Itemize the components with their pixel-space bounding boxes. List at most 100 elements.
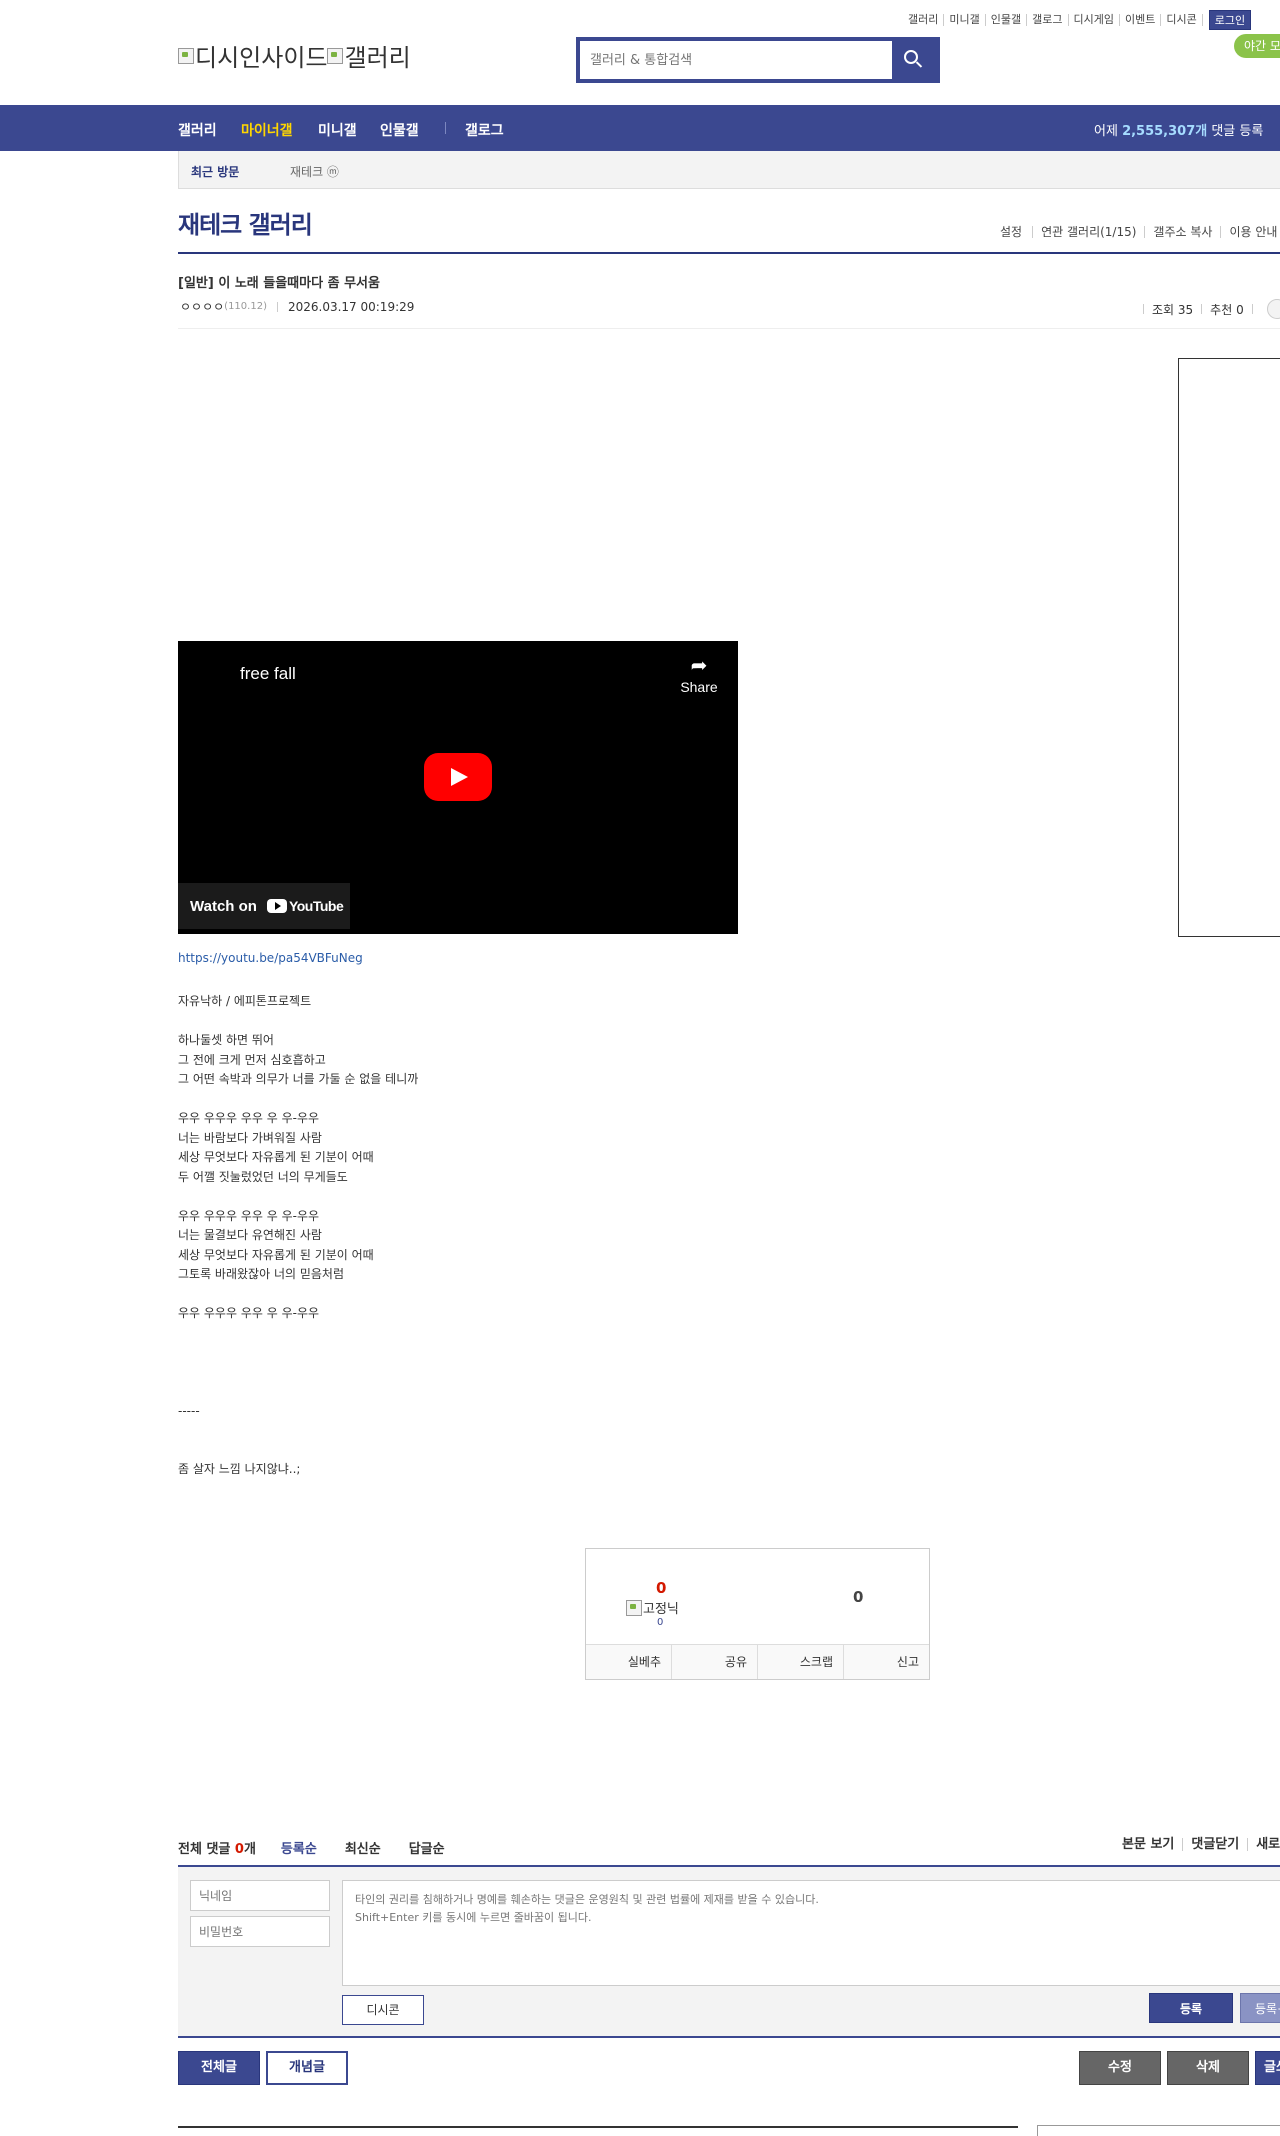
comment-submit-button[interactable]: 등록 — [1149, 1993, 1233, 2023]
login-button[interactable]: 로그인 — [1208, 10, 1252, 30]
post-author[interactable]: ㅇㅇㅇㅇ — [180, 298, 224, 315]
gallery-options: 설정 연관 갤러리(1/15) 갤주소 복사 이용 안내 — [1000, 226, 1280, 238]
list-top-divider — [178, 2126, 1018, 2128]
youtube-logo: YouTube — [266, 898, 344, 914]
util-nav: 갤러리 미니갤 인물갤 갤로그 디시게임 이벤트 디시콘 로그인 — [903, 10, 1252, 30]
post-divider — [178, 328, 1280, 329]
video-title[interactable]: free fall — [240, 664, 296, 684]
search-bar — [576, 37, 940, 83]
password-field[interactable] — [190, 1916, 330, 1947]
side-ad-frame[interactable] — [1178, 358, 1280, 937]
post-recommends: 추천 0 — [1210, 302, 1244, 317]
stat-divider — [1201, 304, 1203, 314]
concept-posts-button[interactable]: 개념글 — [266, 2051, 348, 2085]
close-comments-link[interactable]: 댓글닫기 — [1182, 1838, 1247, 1851]
youtube-icon — [266, 899, 287, 913]
copy-address-link[interactable]: 갤주소 복사 — [1144, 226, 1220, 238]
sort-replies[interactable]: 답글순 — [409, 1838, 445, 1857]
nav-divider — [445, 122, 446, 134]
video-play-button[interactable] — [424, 753, 492, 801]
real-best-button[interactable]: 실베추 — [586, 1645, 672, 1679]
youtube-link[interactable]: https://youtu.be/pa54VBFuNeg — [178, 951, 363, 965]
util-link-minigall[interactable]: 미니갤 — [944, 14, 986, 26]
post-date: 2026.03.17 00:19:29 — [287, 299, 415, 314]
recommend-box: 0 고정닉 0 0 실베추 공유 스크랩 신고 — [585, 1548, 930, 1680]
search-icon — [904, 50, 918, 64]
dccon-button[interactable]: 디시콘 — [342, 1995, 424, 2025]
edit-button[interactable]: 수정 — [1079, 2051, 1161, 2085]
usage-guide-link[interactable]: 이용 안내 — [1220, 226, 1280, 238]
post-author-ip: (110.12) — [224, 301, 267, 312]
unrecommend-count: 0 — [853, 1588, 864, 1606]
stat-divider — [1251, 304, 1253, 314]
delete-button[interactable]: 삭제 — [1167, 2051, 1249, 2085]
youtube-embed[interactable]: free fall ➦ Share Watch on YouTube — [178, 641, 738, 934]
video-share-button[interactable]: ➦ Share — [674, 655, 724, 695]
gallery-settings-link[interactable]: 설정 — [1000, 226, 1032, 238]
all-posts-button[interactable]: 전체글 — [178, 2051, 260, 2085]
recent-visit-item[interactable]: 재테크 ⓜ — [290, 163, 339, 180]
post-stats: 조회 35 추천 0 — [1135, 299, 1280, 319]
fixed-nick-count: 0 — [657, 1617, 664, 1628]
scrap-button[interactable]: 스크랩 — [758, 1645, 844, 1679]
post-body: 자유낙하 / 에피톤프로젝트 하나둘셋 하면 뛰어 그 전에 크게 먼저 심호흡… — [178, 994, 419, 1476]
night-mode-button[interactable]: 야간 모드 — [1234, 34, 1280, 58]
main-nav: 갤러리 마이너갤 미니갤 인물갤 갤로그 어제 2,555,307개 댓글 등록 — [0, 105, 1280, 151]
comment-total-count: 0 — [234, 1842, 244, 1857]
related-gallery-link[interactable]: 연관 갤러리(1/15) — [1032, 226, 1144, 238]
gallery-divider — [178, 252, 1280, 254]
recommend-count: 0 — [656, 1579, 667, 1597]
nav-gallog[interactable]: 갤로그 — [465, 120, 504, 140]
watch-on-youtube-button[interactable]: Watch on YouTube — [178, 883, 350, 929]
recent-visit-tab[interactable]: 최근 방문 — [191, 163, 239, 180]
sort-registered[interactable]: 등록순 — [281, 1838, 317, 1857]
search-button[interactable] — [892, 41, 936, 79]
write-button[interactable]: 글쓰기 — [1255, 2051, 1280, 2085]
share-icon: ➦ — [690, 655, 708, 677]
post-title: [일반] 이 노래 들을때마다 좀 무서움 — [178, 276, 380, 291]
recent-visit-bar: 최근 방문 재테크 ⓜ — [178, 151, 1280, 189]
side-box — [1037, 2125, 1280, 2136]
broken-image-icon — [626, 1599, 642, 1616]
util-link-dccon[interactable]: 디시콘 — [1161, 14, 1203, 26]
comment-stat-count: 2,555,307개 — [1122, 124, 1208, 139]
nickname-field[interactable] — [190, 1880, 330, 1911]
stat-divider — [1143, 304, 1144, 314]
comment-stat: 어제 2,555,307개 댓글 등록 — [1094, 124, 1264, 139]
util-link-gallery[interactable]: 갤러리 — [903, 14, 945, 26]
comment-submit-recommend-button[interactable]: 등록+추천 — [1240, 1993, 1280, 2023]
util-link-persongall[interactable]: 인물갤 — [986, 14, 1028, 26]
recommend-actions: 실베추 공유 스크랩 신고 — [586, 1644, 929, 1679]
nav-gallery[interactable]: 갤러리 — [178, 120, 217, 140]
nav-person-gallery[interactable]: 인물갤 — [380, 120, 419, 140]
comment-total: 전체 댓글 0개 — [178, 1842, 256, 1857]
comment-form-divider — [178, 2036, 1280, 2038]
meta-divider — [276, 301, 278, 312]
share-button[interactable]: 공유 — [672, 1645, 758, 1679]
gallery-title[interactable]: 재테크 갤러리 — [178, 205, 313, 240]
comment-count-button[interactable] — [1266, 299, 1280, 319]
sort-latest[interactable]: 최신순 — [345, 1838, 381, 1857]
util-link-dcgame[interactable]: 디시게임 — [1069, 14, 1120, 26]
refresh-comments-link[interactable]: 새로고침 — [1247, 1838, 1280, 1851]
broken-image-icon — [327, 47, 344, 64]
post-views: 조회 35 — [1152, 302, 1194, 317]
comment-header: 전체 댓글 0개 등록순 최신순 답글순 — [178, 1838, 445, 1857]
util-link-gallog[interactable]: 갤로그 — [1027, 14, 1069, 26]
logo-site-text: 디시인사이드 — [195, 44, 328, 72]
comment-form: 디시콘 등록 등록+추천 — [178, 1867, 1280, 2037]
fixed-nick-recommend[interactable]: 고정닉 — [626, 1598, 679, 1617]
nav-mini-gallery[interactable]: 미니갤 — [318, 120, 357, 140]
nav-minor-gallery[interactable]: 마이너갤 — [241, 120, 293, 140]
util-link-event[interactable]: 이벤트 — [1120, 14, 1162, 26]
comment-links: 본문 보기 댓글닫기 새로고침 — [1122, 1838, 1280, 1851]
site-logo[interactable]: 디시인사이드 갤러리 — [178, 38, 411, 73]
watch-on-label: Watch on — [190, 897, 257, 915]
comment-textarea[interactable] — [342, 1880, 1280, 1986]
broken-image-icon — [178, 47, 194, 64]
search-input[interactable] — [580, 41, 892, 79]
logo-section-text: 갤러리 — [344, 44, 411, 72]
view-body-link[interactable]: 본문 보기 — [1122, 1838, 1182, 1851]
video-share-label: Share — [680, 679, 718, 695]
report-button[interactable]: 신고 — [844, 1645, 929, 1679]
